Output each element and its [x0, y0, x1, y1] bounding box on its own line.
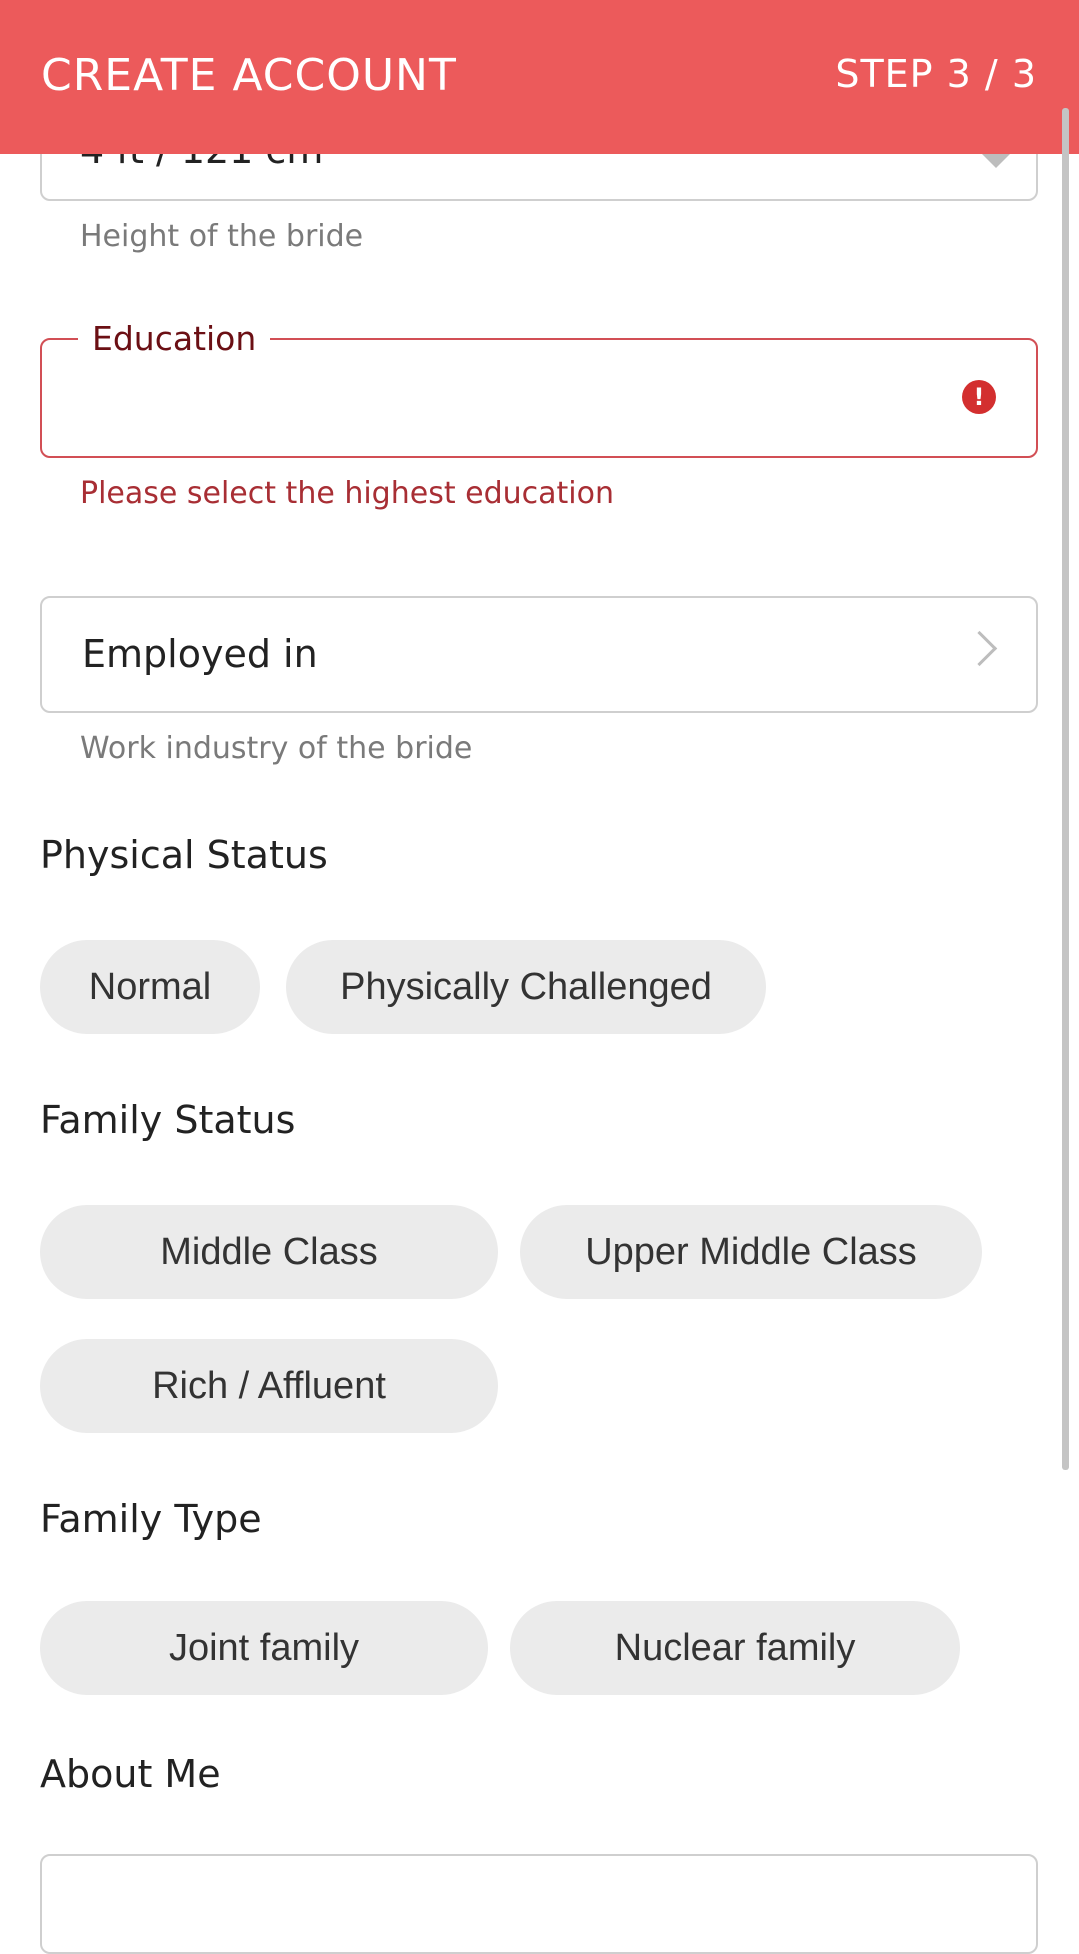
about-me-textarea[interactable] [40, 1854, 1038, 1954]
chip-rich-affluent[interactable]: Rich / Affluent [40, 1339, 498, 1433]
step-indicator: STEP 3 / 3 [835, 52, 1037, 96]
dropdown-arrow-icon [982, 154, 1010, 168]
chip-nuclear-family[interactable]: Nuclear family [510, 1601, 960, 1695]
employed-helper-text: Work industry of the bride [80, 731, 473, 766]
height-helper-text: Height of the bride [80, 219, 364, 254]
chip-joint-family[interactable]: Joint family [40, 1601, 488, 1695]
family-status-title: Family Status [40, 1098, 296, 1142]
chip-normal[interactable]: Normal [40, 940, 260, 1034]
physical-status-title: Physical Status [40, 833, 328, 877]
education-error-text: Please select the highest education [80, 476, 614, 511]
page-title: CREATE ACCOUNT [41, 50, 457, 101]
about-me-title: About Me [40, 1752, 221, 1796]
app-header: CREATE ACCOUNT STEP 3 / 3 [0, 0, 1079, 154]
education-label: Education [78, 316, 271, 362]
employed-in-selector[interactable]: Employed in [40, 596, 1038, 713]
chevron-right-icon [961, 630, 998, 667]
error-icon: ! [962, 380, 996, 414]
employed-in-label: Employed in [82, 632, 318, 676]
chip-upper-middle-class[interactable]: Upper Middle Class [520, 1205, 982, 1299]
chip-middle-class[interactable]: Middle Class [40, 1205, 498, 1299]
scrollbar[interactable] [1062, 108, 1069, 1470]
family-type-title: Family Type [40, 1497, 262, 1541]
chip-physically-challenged[interactable]: Physically Challenged [286, 940, 766, 1034]
